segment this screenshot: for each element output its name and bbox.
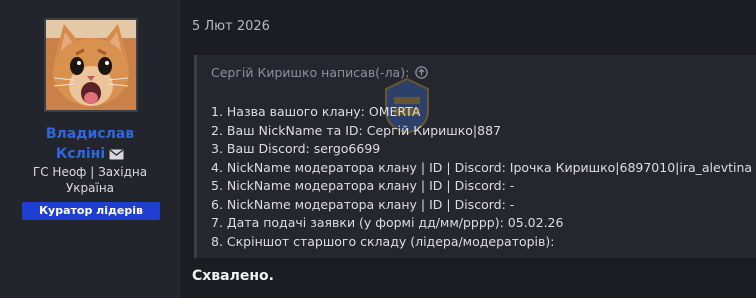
reply-text: Схвалено. <box>192 268 274 284</box>
forum-post: Владислав Ксліні ГС Неоф | Західна Украї… <box>0 0 756 298</box>
quote-block: Сергій Киришко написав(-ла): 1. Назва ва… <box>194 55 756 258</box>
role-badge: Куратор лідерів <box>22 202 160 220</box>
quote-line: 2. Ваш NickName та ID: Сергій Киришко|88… <box>211 122 501 138</box>
username[interactable]: Владислав Ксліні <box>0 124 180 164</box>
user-title-line1: ГС Неоф | Західна <box>32 165 148 179</box>
quote-line: 8. Скріншот старшого складу (лідера/моде… <box>211 233 555 249</box>
arrow-up-circle-icon[interactable] <box>415 66 429 79</box>
post-content: 5 Лют 2026 Сергій Киришко написав(-ла): … <box>180 0 756 298</box>
avatar[interactable] <box>44 18 138 112</box>
username-line2[interactable]: Ксліні <box>56 144 105 164</box>
kitten-avatar-icon <box>46 20 136 110</box>
quote-line: 4. NickName модератора клану | ID | Disc… <box>211 159 753 175</box>
user-title: ГС Неоф | Західна Україна <box>0 164 180 196</box>
quote-header[interactable]: Сергій Киришко написав(-ла): <box>211 65 429 80</box>
post-date[interactable]: 5 Лют 2026 <box>192 19 270 34</box>
quote-line: 7. Дата подачі заявки (у формі дд/мм/ррр… <box>211 215 564 230</box>
quote-author[interactable]: Сергій Киришко написав(-ла): <box>211 65 409 80</box>
quote-line: 6. NickName модератора клану | ID | Disc… <box>211 196 515 212</box>
quote-line: 3. Ваш Discord: sergo6699 <box>211 141 381 156</box>
envelope-icon[interactable] <box>109 148 124 160</box>
quote-line: 5. NickName модератора клану | ID | Disc… <box>211 178 515 193</box>
quote-lines: 1. Назва вашого клану: OMERTA 2. Ваш Nic… <box>211 103 752 251</box>
user-panel: Владислав Ксліні ГС Неоф | Західна Украї… <box>0 0 180 298</box>
quote-line: 1. Назва вашого клану: OMERTA <box>211 104 421 119</box>
username-line1[interactable]: Владислав <box>0 124 180 144</box>
user-title-line2: Україна <box>65 181 115 195</box>
